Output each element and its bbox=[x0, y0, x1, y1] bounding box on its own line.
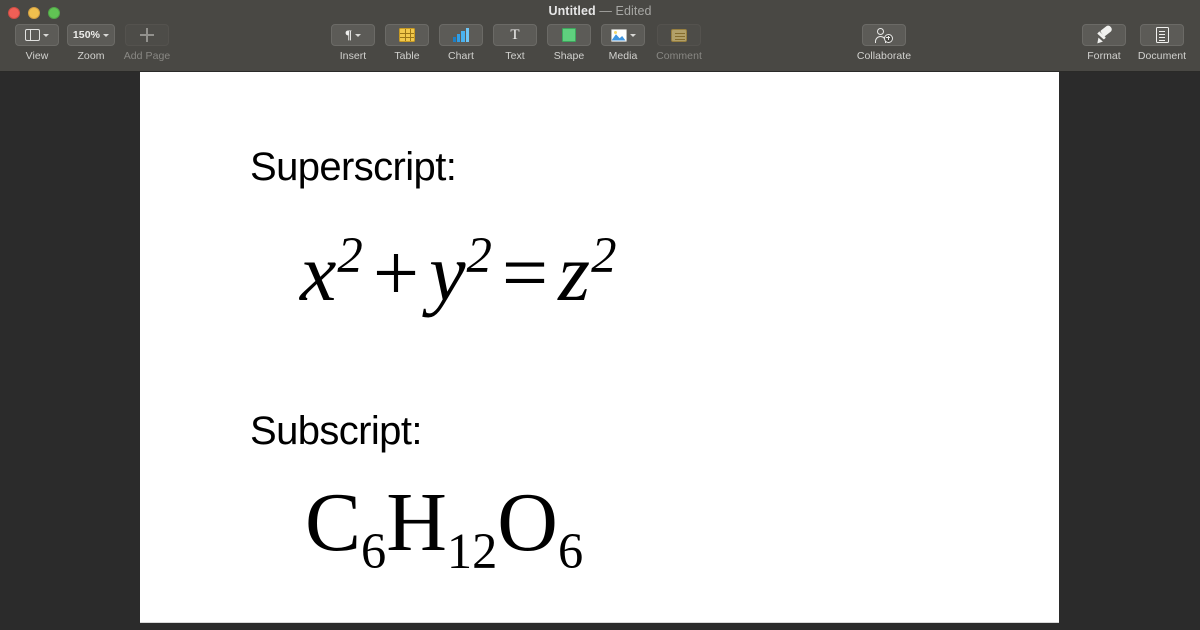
document-title: Untitled bbox=[548, 4, 596, 18]
pages-app-window: Untitled — Edited View 150% Zoom Add Pag… bbox=[0, 0, 1200, 630]
toolbar-button-comment[interactable]: Comment bbox=[650, 24, 708, 62]
toolbar-button-document[interactable]: Document bbox=[1133, 24, 1191, 62]
formula-subscript-hydrogen: 12 bbox=[446, 522, 498, 579]
equation-pythagorean: x2 + y2 = z2 bbox=[300, 229, 617, 314]
toolbar-label-insert: Insert bbox=[339, 50, 367, 62]
toolbar-label-document: Document bbox=[1137, 50, 1187, 62]
formula-subscript-carbon: 6 bbox=[361, 522, 387, 579]
formula-element-hydrogen: H bbox=[386, 476, 447, 569]
toolbar-button-view[interactable]: View bbox=[10, 24, 64, 62]
equation-base-z: z bbox=[558, 227, 591, 318]
comment-button-surface[interactable] bbox=[657, 24, 701, 46]
toolbar-label-comment: Comment bbox=[656, 50, 702, 62]
toolbar-center-group: ¶ Insert Table Chart T Text Shape Media … bbox=[326, 24, 708, 62]
formula-subscript-oxygen: 6 bbox=[557, 522, 584, 579]
toolbar-button-format[interactable]: Format bbox=[1075, 24, 1133, 62]
chart-button-surface[interactable] bbox=[439, 24, 483, 46]
toolbar-button-insert[interactable]: ¶ Insert bbox=[326, 24, 380, 62]
toolbar-button-add-page[interactable]: Add Page bbox=[118, 24, 176, 62]
plus-icon bbox=[140, 28, 154, 42]
chevron-down-icon bbox=[43, 33, 49, 37]
window-title-bar: Untitled — Edited bbox=[0, 4, 1200, 18]
equation-equals-operator: = bbox=[501, 227, 549, 318]
toolbar-label-add-page: Add Page bbox=[123, 50, 171, 62]
toolbar-label-text: Text bbox=[505, 50, 525, 62]
equation-exponent-z: 2 bbox=[591, 226, 617, 283]
toolbar-button-shape[interactable]: Shape bbox=[542, 24, 596, 62]
comment-note-icon bbox=[671, 28, 687, 42]
toolbar-label-table: Table bbox=[394, 50, 420, 62]
toolbar-button-zoom[interactable]: 150% Zoom bbox=[64, 24, 118, 62]
toolbar-right-group: Format Document bbox=[1075, 24, 1191, 62]
equation-exponent-y: 2 bbox=[466, 226, 492, 283]
heading-subscript: Subscript: bbox=[250, 409, 422, 453]
equation-base-y: y bbox=[429, 227, 466, 318]
toolbar-label-format: Format bbox=[1087, 50, 1121, 62]
chevron-down-icon bbox=[103, 33, 110, 37]
photo-icon bbox=[610, 28, 627, 42]
pilcrow-icon: ¶ bbox=[344, 27, 353, 42]
formula-element-carbon: C bbox=[305, 476, 362, 569]
zoom-level-value: 150% bbox=[72, 29, 101, 41]
collaborate-button-surface[interactable] bbox=[862, 24, 906, 46]
view-button-surface[interactable] bbox=[15, 24, 59, 46]
toolbar-button-media[interactable]: Media bbox=[596, 24, 650, 62]
document-edited-status: — Edited bbox=[599, 4, 652, 18]
toolbar-button-text[interactable]: T Text bbox=[488, 24, 542, 62]
document-canvas[interactable]: Superscript: x2 + y2 = z2 Subscript: C6H12O6 bbox=[0, 72, 1200, 630]
shape-square-icon bbox=[562, 28, 576, 42]
equation-exponent-x: 2 bbox=[337, 226, 363, 283]
toolbar-button-collaborate[interactable]: Collaborate bbox=[855, 24, 913, 62]
format-button-surface[interactable] bbox=[1082, 24, 1126, 46]
equation-plus-operator: + bbox=[372, 227, 420, 318]
document-button-surface[interactable] bbox=[1140, 24, 1184, 46]
heading-superscript: Superscript: bbox=[250, 145, 457, 189]
toolbar-collaborate-group: Collaborate bbox=[855, 24, 913, 62]
bar-chart-icon bbox=[452, 28, 470, 42]
add-page-button-surface[interactable] bbox=[125, 24, 169, 46]
equation-base-x: x bbox=[300, 227, 337, 318]
toolbar-label-view: View bbox=[25, 50, 49, 62]
toolbar-button-table[interactable]: Table bbox=[380, 24, 434, 62]
text-button-surface[interactable]: T bbox=[493, 24, 537, 46]
person-add-icon bbox=[875, 27, 893, 43]
chevron-down-icon bbox=[355, 33, 362, 37]
toolbar-button-chart[interactable]: Chart bbox=[434, 24, 488, 62]
media-button-surface[interactable] bbox=[601, 24, 645, 46]
sidebar-layout-icon bbox=[25, 28, 40, 42]
toolbar-left-group: View 150% Zoom Add Page bbox=[10, 24, 176, 62]
paintbrush-icon bbox=[1094, 24, 1113, 45]
document-icon bbox=[1155, 27, 1169, 43]
text-t-icon: T bbox=[510, 26, 520, 43]
chevron-down-icon bbox=[629, 33, 636, 37]
toolbar-label-media: Media bbox=[608, 50, 638, 62]
toolbar-label-shape: Shape bbox=[553, 50, 585, 62]
document-page[interactable]: Superscript: x2 + y2 = z2 Subscript: C6H12O6 bbox=[140, 72, 1059, 623]
zoom-button-surface[interactable]: 150% bbox=[66, 24, 116, 46]
formula-glucose: C6H12O6 bbox=[305, 481, 583, 576]
table-grid-icon bbox=[399, 28, 415, 42]
insert-button-surface[interactable]: ¶ bbox=[331, 24, 375, 46]
toolbar-label-collaborate: Collaborate bbox=[856, 50, 912, 62]
formula-element-oxygen: O bbox=[497, 476, 558, 569]
table-button-surface[interactable] bbox=[385, 24, 429, 46]
toolbar-label-zoom: Zoom bbox=[77, 50, 105, 62]
toolbar-label-chart: Chart bbox=[448, 50, 474, 62]
shape-button-surface[interactable] bbox=[547, 24, 591, 46]
window-toolbar: Untitled — Edited View 150% Zoom Add Pag… bbox=[0, 0, 1200, 72]
